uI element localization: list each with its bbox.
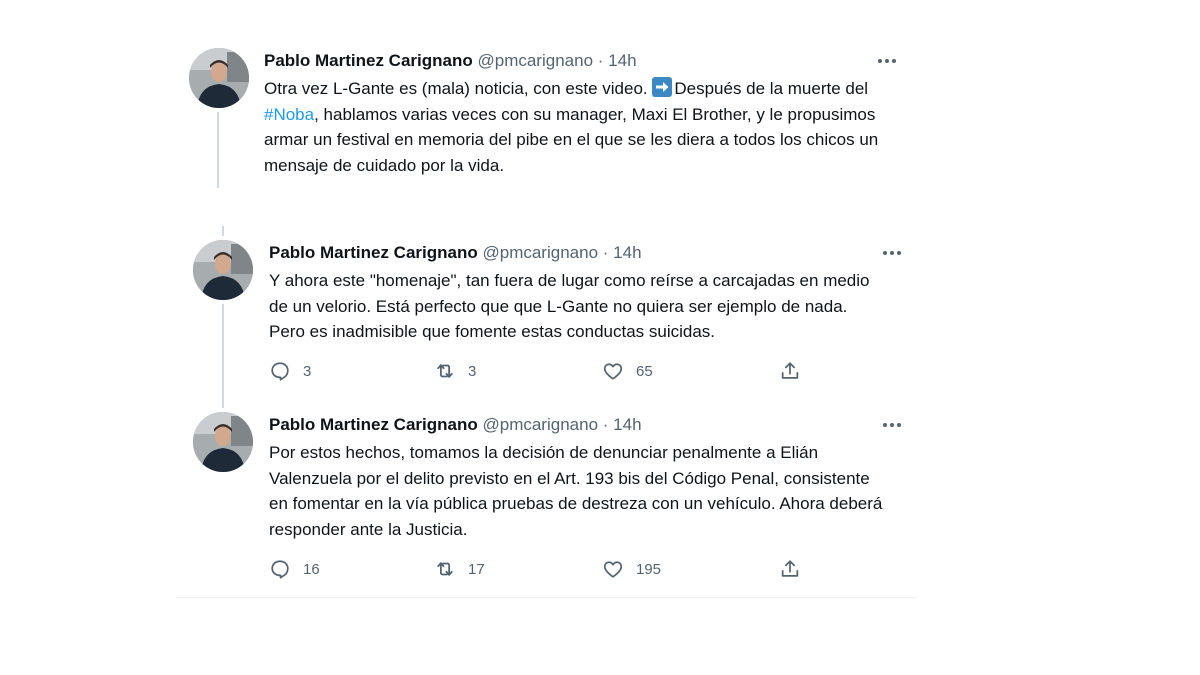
avatar[interactable] [193, 412, 253, 472]
separator: · [602, 243, 609, 262]
action-bar: 16 17 195 [269, 558, 809, 582]
retweet-button[interactable]: 3 [434, 360, 476, 382]
reply-icon [271, 362, 289, 381]
share-icon [781, 560, 799, 577]
like-count: 65 [636, 362, 653, 380]
separator: · [597, 51, 604, 70]
action-bar: 3 3 65 [269, 360, 809, 384]
reply-count: 3 [303, 362, 312, 380]
retweet-count: 3 [468, 362, 477, 380]
like-icon [603, 363, 623, 380]
tweet-text: Otra vez L-Gante es (mala) noticia, con … [264, 76, 904, 178]
thread-line [217, 112, 219, 188]
thread-line [222, 226, 224, 236]
retweet-count: 17 [468, 560, 485, 578]
hashtag-link[interactable]: #Noba [264, 105, 314, 124]
timestamp[interactable]: 14h [608, 51, 636, 70]
retweet-icon [437, 562, 453, 576]
like-count: 195 [636, 560, 662, 578]
right-arrow-emoji-icon [652, 77, 673, 97]
author-name[interactable]: Pablo Martinez Carignano [269, 415, 478, 434]
retweet-button[interactable]: 17 [434, 558, 485, 580]
thread-line [222, 304, 224, 408]
reply-button[interactable]: 16 [269, 558, 320, 580]
divider [176, 597, 916, 598]
like-button[interactable]: 195 [602, 558, 661, 580]
tweet-header: Pablo Martinez Carignano @pmcarignano · … [269, 242, 642, 264]
author-handle[interactable]: @pmcarignano [477, 51, 593, 70]
author-handle[interactable]: @pmcarignano [482, 243, 598, 262]
more-icon[interactable] [880, 415, 904, 435]
timestamp[interactable]: 14h [613, 243, 641, 262]
like-button[interactable]: 65 [602, 360, 653, 382]
tweet-text: Por estos hechos, tomamos la decisión de… [269, 443, 883, 539]
tweet-text: Y ahora este "homenaje", tan fuera de lu… [269, 271, 870, 341]
share-button[interactable] [779, 360, 801, 382]
author-handle[interactable]: @pmcarignano [482, 415, 598, 434]
tweet-text-part: , hablamos varias veces con su manager, … [264, 104, 879, 175]
tweet-header: Pablo Martinez Carignano @pmcarignano · … [269, 414, 642, 436]
retweet-icon [437, 364, 453, 378]
avatar[interactable] [193, 240, 253, 300]
tweet-text-part: Después de la muerte del [674, 79, 869, 98]
share-button[interactable] [779, 558, 801, 580]
author-name[interactable]: Pablo Martinez Carignano [264, 51, 473, 70]
like-icon [603, 561, 623, 578]
avatar-photo [193, 412, 253, 472]
reply-count: 16 [303, 560, 320, 578]
share-icon [781, 362, 799, 379]
separator: · [602, 415, 609, 434]
avatar-photo [189, 48, 249, 108]
more-icon[interactable] [875, 51, 899, 71]
tweet-text-part: Otra vez L-Gante es (mala) noticia, con … [264, 79, 653, 98]
author-name[interactable]: Pablo Martinez Carignano [269, 243, 478, 262]
avatar-photo [193, 240, 253, 300]
timestamp[interactable]: 14h [613, 415, 641, 434]
reply-button[interactable]: 3 [269, 360, 311, 382]
reply-icon [271, 560, 289, 579]
avatar[interactable] [189, 48, 249, 108]
tweet-header: Pablo Martinez Carignano @pmcarignano · … [264, 50, 637, 72]
more-icon[interactable] [880, 243, 904, 263]
